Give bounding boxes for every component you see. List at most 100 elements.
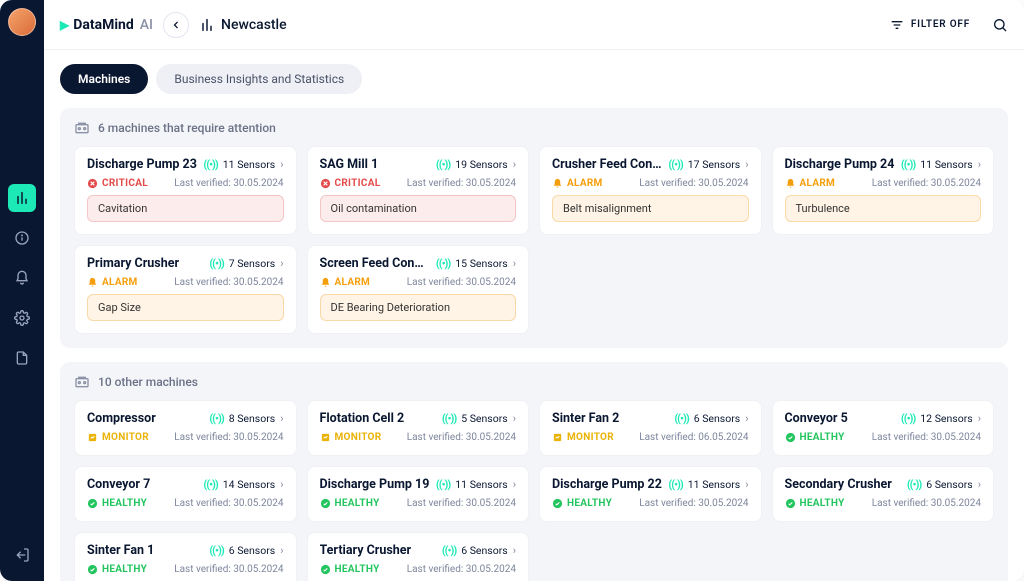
status-icon	[785, 178, 796, 189]
machine-card[interactable]: Discharge Pump 23((•))11 Sensors›CRITICA…	[74, 146, 297, 235]
location-name: Newcastle	[221, 17, 287, 33]
last-verified: Last verified: 30.05.2024	[639, 498, 748, 509]
chevron-right-icon: ›	[745, 158, 748, 171]
signal-icon: ((•))	[674, 412, 688, 425]
signal-icon: ((•))	[668, 158, 682, 171]
sensor-count[interactable]: ((•))12 Sensors›	[901, 412, 981, 425]
section-header: 6 machines that require attention	[74, 120, 994, 136]
machine-card[interactable]: Flotation Cell 2((•))5 Sensors›MONITORLa…	[307, 400, 530, 456]
breadcrumb-location[interactable]: Newcastle	[199, 17, 287, 33]
section-header: 10 other machines	[74, 374, 994, 390]
machine-card[interactable]: Compressor((•))8 Sensors›MONITORLast ver…	[74, 400, 297, 456]
machine-card[interactable]: Discharge Pump 19((•))11 Sensors›HEALTHY…	[307, 466, 530, 522]
signal-icon: ((•))	[442, 544, 456, 557]
chevron-right-icon: ›	[978, 478, 981, 491]
chevron-right-icon: ›	[280, 544, 283, 557]
status-badge: MONITOR	[320, 432, 382, 443]
machine-card[interactable]: Screen Feed Conveyor((•))15 Sensors›ALAR…	[307, 245, 530, 334]
machine-name: Discharge Pump 22	[552, 477, 662, 492]
chart-bar-icon	[199, 17, 215, 33]
machine-card[interactable]: Discharge Pump 24((•))11 Sensors›ALARMLa…	[772, 146, 995, 235]
status-badge: HEALTHY	[87, 498, 147, 509]
status-badge: ALARM	[87, 277, 138, 288]
content: Machines Business Insights and Statistics…	[44, 50, 1024, 581]
tab-1[interactable]: Business Insights and Statistics	[156, 64, 362, 94]
sensor-count[interactable]: ((•))7 Sensors›	[209, 257, 283, 270]
sidebar-nav-settings[interactable]	[8, 304, 36, 332]
status-badge: CRITICAL	[320, 178, 381, 189]
machine-card[interactable]: Conveyor 5((•))12 Sensors›HEALTHYLast ve…	[772, 400, 995, 456]
filter-label: FILTER OFF	[911, 19, 970, 30]
brand-logo-icon: ▶	[60, 18, 69, 32]
signal-icon: ((•))	[901, 158, 915, 171]
machine-card[interactable]: SAG Mill 1((•))19 Sensors›CRITICALLast v…	[307, 146, 530, 235]
sidebar-nav-reports[interactable]	[8, 344, 36, 372]
sensor-count[interactable]: ((•))19 Sensors›	[436, 158, 516, 171]
last-verified: Last verified: 30.05.2024	[639, 178, 748, 189]
last-verified: Last verified: 30.05.2024	[174, 432, 283, 443]
machine-card[interactable]: Sinter Fan 2((•))6 Sensors›MONITORLast v…	[539, 400, 762, 456]
machine-card[interactable]: Crusher Feed Conveyor((•))17 Sensors›ALA…	[539, 146, 762, 235]
sensor-count[interactable]: ((•))14 Sensors›	[203, 478, 283, 491]
status-badge: HEALTHY	[785, 432, 845, 443]
sensor-count[interactable]: ((•))11 Sensors›	[436, 478, 516, 491]
chart-bar-icon	[14, 190, 30, 206]
status-icon	[87, 432, 98, 443]
status-icon	[320, 432, 331, 443]
machine-name: Primary Crusher	[87, 256, 203, 271]
machine-name: Tertiary Crusher	[320, 543, 436, 558]
machine-card[interactable]: Conveyor 7((•))14 Sensors›HEALTHYLast ve…	[74, 466, 297, 522]
machine-name: SAG Mill 1	[320, 157, 430, 172]
chevron-right-icon: ›	[978, 158, 981, 171]
machine-card[interactable]: Secondary Crusher((•))6 Sensors›HEALTHYL…	[772, 466, 995, 522]
sidebar-nav-notifications[interactable]	[8, 264, 36, 292]
sensor-count[interactable]: ((•))6 Sensors›	[209, 544, 283, 557]
status-badge: ALARM	[785, 178, 836, 189]
filter-button[interactable]: FILTER OFF	[889, 17, 970, 33]
status-badge: ALARM	[320, 277, 371, 288]
signal-icon: ((•))	[442, 412, 456, 425]
tab-0[interactable]: Machines	[60, 64, 148, 94]
signal-icon: ((•))	[901, 412, 915, 425]
status-icon	[320, 498, 331, 509]
gear-icon	[14, 310, 30, 326]
status-icon	[552, 432, 563, 443]
document-icon	[14, 350, 30, 366]
sensor-count[interactable]: ((•))11 Sensors›	[901, 158, 981, 171]
chevron-right-icon: ›	[280, 412, 283, 425]
sensor-count[interactable]: ((•))6 Sensors›	[442, 544, 516, 557]
machine-name: Conveyor 5	[785, 411, 895, 426]
machine-card[interactable]: Sinter Fan 1((•))6 Sensors›HEALTHYLast v…	[74, 532, 297, 581]
section-title: 6 machines that require attention	[98, 121, 276, 135]
sensor-count[interactable]: ((•))17 Sensors›	[668, 158, 748, 171]
back-button[interactable]	[163, 12, 189, 38]
machine-card[interactable]: Discharge Pump 22((•))11 Sensors›HEALTHY…	[539, 466, 762, 522]
last-verified: Last verified: 30.05.2024	[407, 564, 516, 575]
sensor-count[interactable]: ((•))5 Sensors›	[442, 412, 516, 425]
reason-badge: Belt misalignment	[552, 195, 749, 222]
sidebar-nav-machines[interactable]	[8, 184, 36, 212]
last-verified: Last verified: 30.05.2024	[174, 277, 283, 288]
main: ▶ DataMind AI Newcastle FILTER OFF Machi…	[44, 0, 1024, 581]
reason-badge: Gap Size	[87, 294, 284, 321]
sensor-count[interactable]: ((•))6 Sensors›	[907, 478, 981, 491]
chevron-right-icon: ›	[513, 158, 516, 171]
search-button[interactable]	[992, 17, 1008, 33]
status-badge: MONITOR	[87, 432, 149, 443]
sidebar-nav-info[interactable]	[8, 224, 36, 252]
reason-badge: Turbulence	[785, 195, 982, 222]
last-verified: Last verified: 30.05.2024	[872, 498, 981, 509]
sensor-count[interactable]: ((•))8 Sensors›	[209, 412, 283, 425]
sensor-count[interactable]: ((•))11 Sensors›	[668, 478, 748, 491]
chevron-right-icon: ›	[280, 257, 283, 270]
signal-icon: ((•))	[436, 478, 450, 491]
sensor-count[interactable]: ((•))11 Sensors›	[203, 158, 283, 171]
topbar: ▶ DataMind AI Newcastle FILTER OFF	[44, 0, 1024, 50]
sensor-count[interactable]: ((•))15 Sensors›	[436, 257, 516, 270]
avatar[interactable]	[8, 8, 36, 36]
sensor-count[interactable]: ((•))6 Sensors›	[674, 412, 748, 425]
machine-card[interactable]: Primary Crusher ((•))7 Sensors› ALARM Last …	[74, 245, 297, 334]
sidebar-logout[interactable]	[8, 541, 36, 569]
machine-card[interactable]: Tertiary Crusher((•))6 Sensors›HEALTHYLa…	[307, 532, 530, 581]
signal-icon: ((•))	[203, 478, 217, 491]
